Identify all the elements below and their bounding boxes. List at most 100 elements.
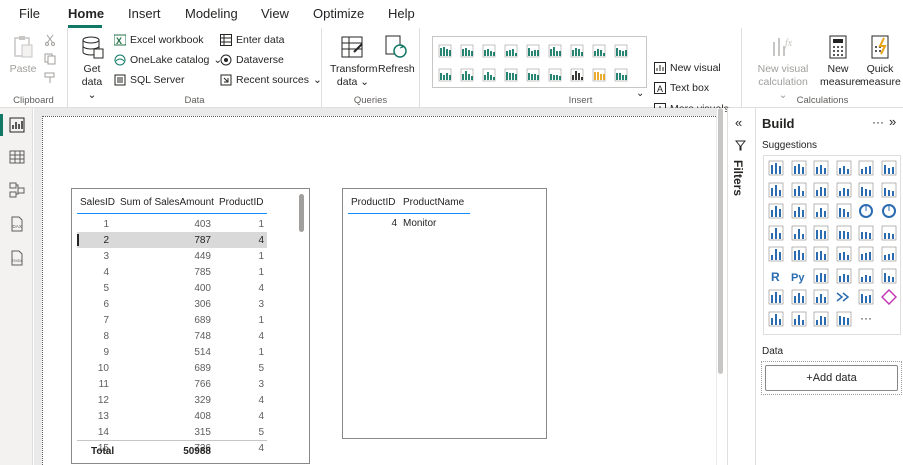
chevron-icon[interactable] [768,311,784,327]
treemap-icon[interactable] [482,68,496,82]
more-options-icon[interactable]: ··· [872,115,884,129]
line-chart-icon[interactable] [768,182,784,198]
menu-insert[interactable]: Insert [128,6,161,21]
stacked-column-icon[interactable] [791,160,807,176]
format-painter-icon[interactable] [44,72,56,87]
multi-row-card-icon[interactable] [791,246,807,262]
waterfall-icon[interactable] [791,203,807,219]
shapes-icon[interactable] [836,311,852,327]
new-visual-calculation-button[interactable]: fx New visual calculation ⌄ [756,34,810,102]
clustered-column-icon[interactable] [836,160,852,176]
table-row[interactable]: 10 689 5 [77,360,267,376]
table-row[interactable]: 7 689 1 [77,312,267,328]
power-apps-icon[interactable] [813,289,829,305]
canvas-scrollbar[interactable] [717,108,725,465]
card-new-icon[interactable] [791,311,807,327]
treemap-icon[interactable] [768,225,784,241]
column-header[interactable]: ProductName [403,197,464,208]
donut-chart-icon[interactable] [881,203,897,219]
narrative-icon[interactable] [881,268,897,284]
donut-chart-icon[interactable] [460,68,474,82]
menu-view[interactable]: View [261,6,289,21]
paste-button[interactable]: Paste [8,34,38,76]
table-row[interactable]: 8 748 4 [77,328,267,344]
azure-map-icon[interactable] [858,225,874,241]
table-view-icon[interactable] [9,149,25,165]
funnel-icon[interactable] [813,203,829,219]
transform-data-button[interactable]: Transform data ⌄ [330,34,377,89]
line-chart-icon[interactable] [548,44,562,58]
table-row[interactable]: 11 766 3 [77,376,267,392]
line-column-icon[interactable] [858,182,874,198]
add-data-button[interactable]: +Add data [765,365,898,391]
table-row[interactable]: 1 403 1 [77,216,267,232]
line-clustered-icon[interactable] [881,182,897,198]
kpi-icon[interactable] [592,68,606,82]
card-icon[interactable] [768,246,784,262]
100-column-icon[interactable] [881,160,897,176]
new-measure-button[interactable]: New measure [820,34,861,89]
sql-server-button[interactable]: SQL Server [114,74,184,86]
diamond-icon[interactable] [880,288,897,306]
refresh-button[interactable]: Refresh [378,34,415,76]
onelake-catalog-button[interactable]: OneLake catalog ⌄ [114,54,222,66]
arcgis-icon[interactable] [858,289,874,305]
table-row[interactable]: 13 408 4 [77,408,267,424]
get-data-button[interactable]: Get data ⌄ [76,34,108,102]
text-box-button[interactable]: A Text box [654,82,709,94]
map-icon[interactable] [791,225,807,241]
gauge-icon[interactable] [526,68,540,82]
table-row[interactable]: 4 785 1 [77,264,267,280]
report-view-icon[interactable] [9,117,25,133]
100-bar-icon[interactable] [858,160,874,176]
column-header[interactable]: ProductID [351,197,395,208]
menu-file[interactable]: File [19,6,40,21]
table-row[interactable]: 3 449 1 [77,248,267,264]
enter-data-button[interactable]: Enter data [220,34,284,46]
table-row[interactable]: 12 329 4 [77,392,267,408]
slicer-icon[interactable] [836,246,852,262]
python-icon[interactable]: Py [791,268,807,284]
clustered-bar-icon[interactable] [460,44,474,58]
dax-query-view-icon[interactable]: DAX [9,216,25,232]
more-icon[interactable]: ··· [858,311,874,327]
key-influencers-icon[interactable] [813,268,829,284]
quick-measure-button[interactable]: Quick measure [860,34,901,89]
expand-icon[interactable]: « [735,115,742,130]
table-row[interactable]: 14 315 5 [77,424,267,440]
filled-map-icon[interactable] [813,225,829,241]
gallery-expand-icon[interactable]: ⌄ [636,88,644,99]
product-table-visual[interactable]: ProductID ProductName 4 Monitor [342,188,547,439]
menu-modeling[interactable]: Modeling [185,6,238,21]
clustered-column-icon[interactable] [526,44,540,58]
column-header[interactable]: Sum of SalesAmount [120,197,214,208]
table-scrollbar[interactable] [299,194,304,232]
table-row[interactable]: 5 400 4 [77,280,267,296]
waterfall-icon[interactable] [614,44,628,58]
kpi-icon[interactable] [813,246,829,262]
column-header[interactable]: SalesID [80,197,115,208]
qa-icon[interactable] [858,268,874,284]
metrics-icon[interactable] [768,289,784,305]
pie-chart-icon[interactable] [858,203,874,219]
tmdl-view-icon[interactable]: TMDL [9,250,25,266]
menu-optimize[interactable]: Optimize [313,6,364,21]
filters-pane-collapsed[interactable]: « Filters [727,108,752,465]
gauge-icon[interactable] [881,225,897,241]
decomposition-tree-icon[interactable] [836,268,852,284]
100-area-icon[interactable] [836,182,852,198]
waterfall-new-icon[interactable] [813,311,829,327]
column-header[interactable]: ProductID [219,197,263,208]
scatter-icon[interactable] [836,203,852,219]
stacked-column-icon[interactable] [504,44,518,58]
stacked-bar-icon[interactable] [438,44,452,58]
area-chart-icon[interactable] [791,182,807,198]
table-row[interactable]: 4 Monitor [348,216,470,232]
copy-icon[interactable] [44,53,56,68]
slicer-icon[interactable] [614,68,628,82]
table-row[interactable]: 6 306 3 [77,296,267,312]
ribbon-chart-icon[interactable] [592,44,606,58]
table-row[interactable]: 9 514 1 [77,344,267,360]
sales-table-visual[interactable]: SalesID Sum of SalesAmount ProductID 1 40… [71,188,310,464]
100-bar-icon[interactable] [482,44,496,58]
